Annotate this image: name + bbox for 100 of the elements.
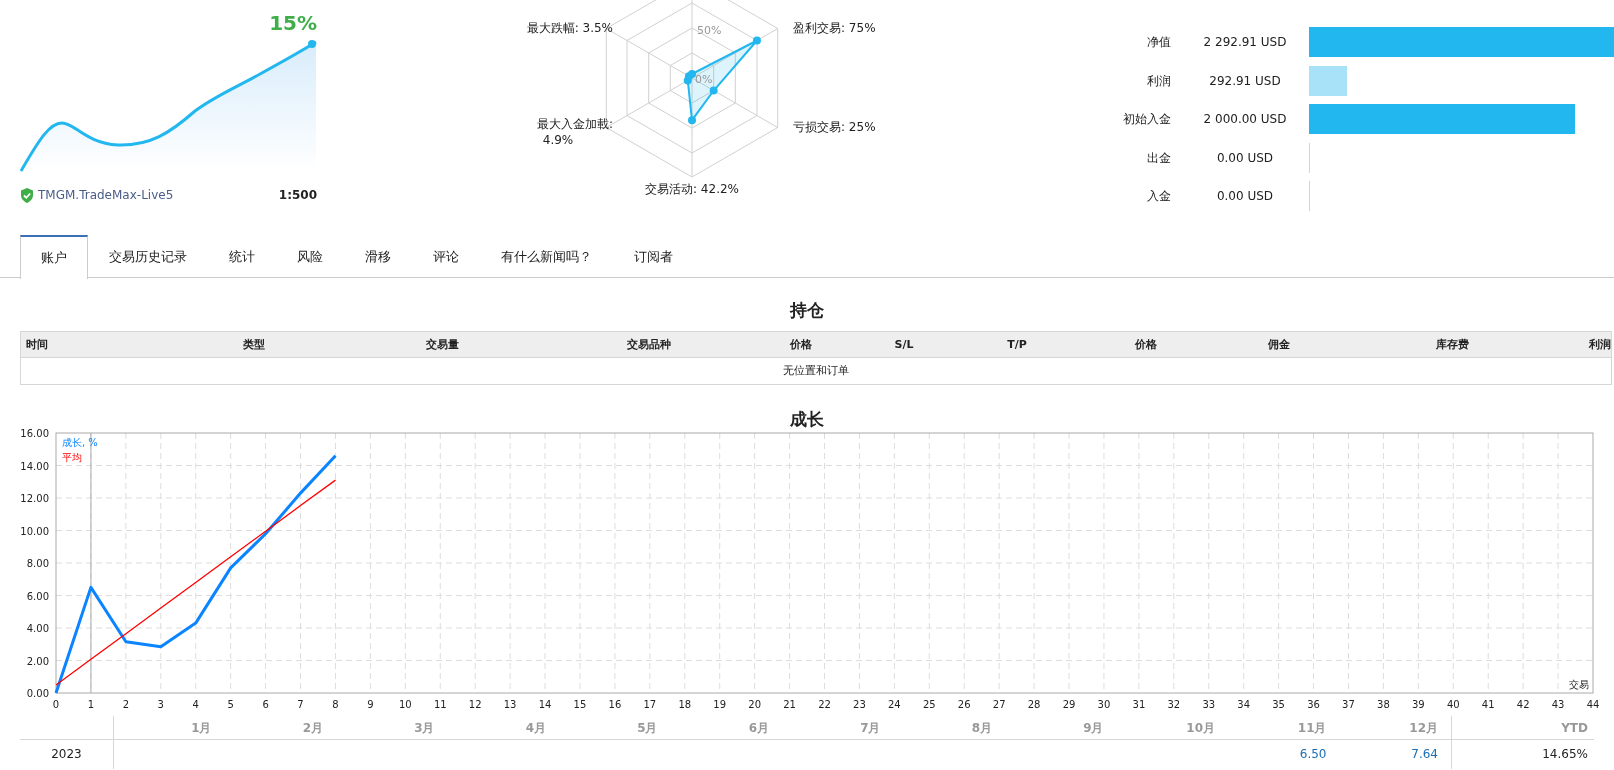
axis-label: 3 <box>157 699 164 710</box>
month-header: 2月 <box>302 721 323 735</box>
column-header: 交易量 <box>424 337 460 353</box>
balance-value: 2 000.00 USD <box>1202 111 1288 128</box>
axis-label: 44 <box>1586 699 1600 710</box>
shield-check-icon <box>20 187 34 203</box>
ytd-header: YTD <box>1561 721 1588 735</box>
column-header: 利润 <box>1588 337 1611 353</box>
tab[interactable]: 滑移 <box>344 235 412 278</box>
legend-label: 成长, % <box>62 437 98 448</box>
axis-label: 12.00 <box>20 493 49 504</box>
month-header: 7月 <box>860 721 881 735</box>
ytd-value: 14.65% <box>1542 747 1588 761</box>
column-header: 价格 <box>789 337 813 353</box>
axis-label: 0 <box>52 699 60 710</box>
axis-label: 16 <box>608 699 622 710</box>
axis-label: 13 <box>503 699 517 710</box>
axis-label: 7 <box>297 699 304 710</box>
month-header: 10月 <box>1186 721 1215 735</box>
month-header: 4月 <box>525 721 546 735</box>
empty-message: 无位置和订单 <box>783 364 849 377</box>
balance-label: 利润 <box>1146 72 1171 90</box>
axis-label: 14 <box>538 699 552 710</box>
data-point <box>684 72 693 81</box>
axis-label: 6.00 <box>26 590 49 602</box>
axis-label: 23 <box>853 699 866 710</box>
tab[interactable]: 评论 <box>412 235 480 278</box>
axis-label: 43 <box>1551 699 1565 710</box>
year-label: 2023 <box>51 747 82 761</box>
balance-label: 入金 <box>1146 188 1171 205</box>
balance-label: 净值 <box>1146 34 1171 51</box>
axis-label: 15 <box>573 699 587 710</box>
axis-label: 6 <box>262 699 269 710</box>
growth-percent: 15% <box>268 10 317 37</box>
axis-label: 26 <box>957 699 971 710</box>
axis-label: 37 <box>1342 699 1355 710</box>
tab[interactable]: 交易历史记录 <box>88 235 208 278</box>
axis-label: 42 <box>1516 699 1530 710</box>
axis-label: 41 <box>1481 699 1495 710</box>
axis-label: 12 <box>468 699 482 710</box>
axis-label: 10 <box>398 699 412 710</box>
month-value: 7.64 <box>1411 747 1438 761</box>
axis-label: 20 <box>748 699 761 710</box>
axis-label: 0.00 <box>26 688 49 699</box>
axis-title: 交易 <box>1569 679 1589 690</box>
tab[interactable]: 风险 <box>276 235 344 278</box>
tab[interactable]: 统计 <box>208 235 276 278</box>
axis-label: 38 <box>1377 699 1390 710</box>
balance-label: 出金 <box>1146 149 1171 167</box>
legend-label: 平均 <box>62 452 82 463</box>
month-header: 8月 <box>971 721 992 735</box>
month-header: 9月 <box>1083 721 1104 735</box>
data-point <box>709 86 718 95</box>
axis-label: 4 <box>192 699 199 710</box>
balance-value: 0.00 USD <box>1215 188 1275 205</box>
column-header: 交易品种 <box>626 337 672 353</box>
column-header: 价格 <box>1134 337 1158 353</box>
month-header: 11月 <box>1297 721 1327 735</box>
axis-label: 4.00 <box>26 623 49 634</box>
balance-value: 0.00 USD <box>1215 149 1275 167</box>
radar-label: 最大入金加載: 4.9% <box>536 117 613 147</box>
axis-label: 8.00 <box>26 558 49 569</box>
column-header: S/L <box>893 337 915 353</box>
month-value: 6.50 <box>1299 747 1327 761</box>
axis-label: 0% <box>695 73 713 86</box>
axis-label: 18 <box>678 699 692 710</box>
axis-label: 19 <box>713 699 727 710</box>
axis-label: 27 <box>992 699 1006 710</box>
column-header: 佣金 <box>1267 337 1291 353</box>
balance-value: 2 292.91 USD <box>1202 34 1288 51</box>
axis-label: 35 <box>1272 699 1285 710</box>
axis-label: 1 <box>87 699 95 710</box>
data-point <box>688 116 696 125</box>
axis-label: 34 <box>1237 699 1251 710</box>
axis-label: 40 <box>1446 699 1460 710</box>
tab[interactable]: 订阅者 <box>613 235 694 278</box>
axis-label: 14.00 <box>20 460 49 472</box>
tab[interactable]: 账户 <box>20 235 88 279</box>
axis-label: 28 <box>1027 699 1041 710</box>
axis-label: 24 <box>888 699 901 710</box>
axis-label: 39 <box>1411 699 1425 710</box>
tab[interactable]: 有什么新闻吗？ <box>480 235 613 278</box>
axis-label: 2.00 <box>26 655 49 667</box>
axis-label: 25 <box>922 699 936 710</box>
leverage-value: 1:500 <box>278 187 317 204</box>
axis-label: 22 <box>818 699 831 710</box>
axis-label: 16.00 <box>20 429 49 439</box>
balance-label: 初始入金 <box>1122 111 1171 128</box>
axis-label: 30 <box>1097 699 1111 710</box>
axis-label: 8 <box>332 699 339 710</box>
radar-label: 亏损交易: 25% <box>793 120 876 134</box>
axis-label: 9 <box>367 699 374 710</box>
axis-label: 5 <box>227 699 234 710</box>
radar-label: 交易活动: 42.2% <box>645 182 739 196</box>
month-header: 6月 <box>748 721 769 735</box>
axis-label: 17 <box>643 699 657 710</box>
axis-label: 21 <box>783 699 796 710</box>
section-title: 成长 <box>789 408 825 429</box>
column-header: 类型 <box>242 337 266 353</box>
month-header: 12月 <box>1409 721 1438 735</box>
